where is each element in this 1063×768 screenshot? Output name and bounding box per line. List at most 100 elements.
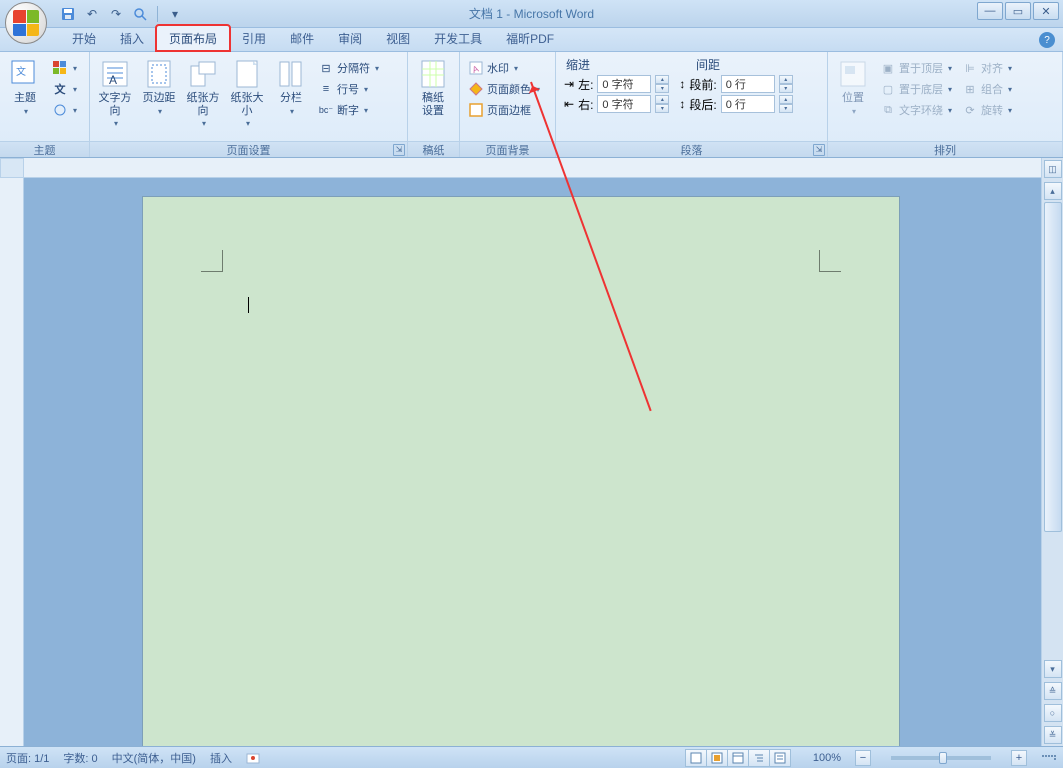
send-back-icon: ▢ — [880, 81, 896, 97]
size-button[interactable]: 纸张大小▾ — [226, 56, 268, 130]
theme-effects-button[interactable]: ▾ — [48, 100, 81, 120]
spin-down[interactable]: ▾ — [779, 104, 793, 113]
margin-mark-tr — [819, 250, 841, 272]
scroll-up-icon[interactable]: ▴ — [1044, 182, 1062, 200]
spin-up[interactable]: ▴ — [779, 75, 793, 84]
hyphenation-button[interactable]: bc⁻断字▾ — [314, 100, 383, 120]
help-icon[interactable]: ? — [1039, 32, 1055, 48]
page-setup-launcher[interactable]: ⇲ — [393, 144, 405, 156]
zoom-out-button[interactable]: − — [855, 750, 871, 766]
scroll-thumb[interactable] — [1044, 202, 1062, 532]
text-direction-button[interactable]: A 文字方向▾ — [94, 56, 136, 130]
tab-view[interactable]: 视图 — [374, 26, 422, 51]
maximize-button[interactable]: ▭ — [1005, 2, 1031, 20]
zoom-slider[interactable] — [891, 756, 991, 760]
spin-down[interactable]: ▾ — [779, 84, 793, 93]
status-mode[interactable]: 插入 — [210, 750, 232, 766]
view-web-layout-icon[interactable] — [727, 749, 749, 767]
minimize-button[interactable]: — — [977, 2, 1003, 20]
status-macro-icon[interactable] — [246, 751, 260, 765]
text-direction-label: 文字方向 — [96, 92, 134, 117]
group-themes: 文 主题 ▾ ▾ 文▾ ▾ 主题 — [0, 52, 90, 157]
tab-foxit[interactable]: 福昕PDF — [494, 26, 566, 51]
status-page[interactable]: 页面: 1/1 — [6, 750, 49, 766]
manuscript-label: 稿纸 设置 — [422, 92, 444, 117]
spin-up[interactable]: ▴ — [779, 95, 793, 104]
vertical-scrollbar[interactable]: ◫ ▴ ▾ ≙ ○ ≚ — [1041, 158, 1063, 746]
paragraph-launcher[interactable]: ⇲ — [813, 144, 825, 156]
status-language[interactable]: 中文(简体，中国) — [112, 750, 196, 766]
qat-customize-icon[interactable]: ▾ — [165, 4, 185, 24]
line-numbers-icon: ≡ — [318, 81, 334, 97]
indent-left-input[interactable] — [597, 75, 651, 93]
columns-button[interactable]: 分栏▾ — [270, 56, 312, 118]
tab-mailings[interactable]: 邮件 — [278, 26, 326, 51]
page[interactable] — [142, 196, 900, 746]
group-button: ⊞组合▾ — [958, 79, 1016, 99]
group-paragraph: 缩进 间距 ⇥ 左: ▴▾ ↕ 段前: ▴▾ ⇤ — [556, 52, 828, 157]
page-color-icon — [468, 81, 484, 97]
group-page-setup-label: 页面设置 — [227, 142, 271, 158]
manuscript-settings-button[interactable]: 稿纸 设置 — [412, 56, 454, 119]
browse-object-icon[interactable]: ○ — [1044, 704, 1062, 722]
spacing-before-icon: ↕ — [679, 77, 685, 91]
watermark-button[interactable]: A水印▾ — [464, 58, 544, 78]
resize-grip[interactable] — [1041, 754, 1057, 761]
spacing-header: 间距 — [696, 56, 720, 73]
indent-left-icon: ⇥ — [564, 77, 574, 91]
undo-icon[interactable]: ↶ — [82, 4, 102, 24]
text-wrap-icon: ⧉ — [880, 102, 896, 118]
view-draft-icon[interactable] — [769, 749, 791, 767]
tab-developer[interactable]: 开发工具 — [422, 26, 494, 51]
next-page-icon[interactable]: ≚ — [1044, 726, 1062, 744]
ruler-corner[interactable] — [0, 158, 24, 178]
view-outline-icon[interactable] — [748, 749, 770, 767]
scroll-down-icon[interactable]: ▾ — [1044, 660, 1062, 678]
tab-review[interactable]: 审阅 — [326, 26, 374, 51]
spacing-after-input[interactable] — [721, 95, 775, 113]
view-full-screen-icon[interactable] — [706, 749, 728, 767]
zoom-in-button[interactable]: + — [1011, 750, 1027, 766]
breaks-button[interactable]: ⊟分隔符▾ — [314, 58, 383, 78]
horizontal-ruler[interactable] — [24, 158, 1041, 178]
save-icon[interactable] — [58, 4, 78, 24]
tab-page-layout[interactable]: 页面布局 — [156, 25, 230, 51]
spin-up[interactable]: ▴ — [655, 95, 669, 104]
spin-up[interactable]: ▴ — [655, 75, 669, 84]
indent-right-input[interactable] — [597, 95, 651, 113]
line-numbers-button[interactable]: ≡行号▾ — [314, 79, 383, 99]
theme-fonts-button[interactable]: 文▾ — [48, 79, 81, 99]
margins-icon — [143, 58, 175, 90]
status-words[interactable]: 字数: 0 — [63, 750, 97, 766]
spin-down[interactable]: ▾ — [655, 104, 669, 113]
vertical-ruler[interactable] — [0, 178, 24, 746]
fonts-icon: 文 — [52, 81, 68, 97]
ribbon-tabs: 开始 插入 页面布局 引用 邮件 审阅 视图 开发工具 福昕PDF ? — [0, 28, 1063, 52]
ruler-toggle-icon[interactable]: ◫ — [1044, 160, 1062, 178]
status-zoom[interactable]: 100% — [813, 752, 841, 764]
tab-insert[interactable]: 插入 — [108, 26, 156, 51]
theme-colors-button[interactable]: ▾ — [48, 58, 81, 78]
page-borders-button[interactable]: 页面边框 — [464, 100, 544, 120]
tab-home[interactable]: 开始 — [60, 26, 108, 51]
themes-button[interactable]: 文 主题 ▾ — [4, 56, 46, 118]
spin-down[interactable]: ▾ — [655, 84, 669, 93]
group-icon: ⊞ — [962, 81, 978, 97]
spacing-before-input[interactable] — [721, 75, 775, 93]
close-button[interactable]: ✕ — [1033, 2, 1059, 20]
office-button[interactable] — [5, 2, 53, 50]
document-viewport[interactable] — [24, 178, 1041, 746]
page-color-button[interactable]: 页面颜色▾ — [464, 79, 544, 99]
tab-references[interactable]: 引用 — [230, 26, 278, 51]
print-preview-icon[interactable] — [130, 4, 150, 24]
margins-label: 页边距 — [143, 92, 176, 105]
position-button: 位置▾ — [832, 56, 874, 118]
margins-button[interactable]: 页边距▾ — [138, 56, 180, 118]
redo-icon[interactable]: ↷ — [106, 4, 126, 24]
group-arrange: 位置▾ ▣置于顶层▾ ▢置于底层▾ ⧉文字环绕▾ ⊫对齐▾ ⊞组合▾ ⟳旋转▾ … — [828, 52, 1063, 157]
orientation-button[interactable]: 纸张方向▾ — [182, 56, 224, 130]
zoom-slider-thumb[interactable] — [939, 752, 947, 764]
view-print-layout-icon[interactable] — [685, 749, 707, 767]
svg-text:文: 文 — [16, 65, 26, 78]
prev-page-icon[interactable]: ≙ — [1044, 682, 1062, 700]
